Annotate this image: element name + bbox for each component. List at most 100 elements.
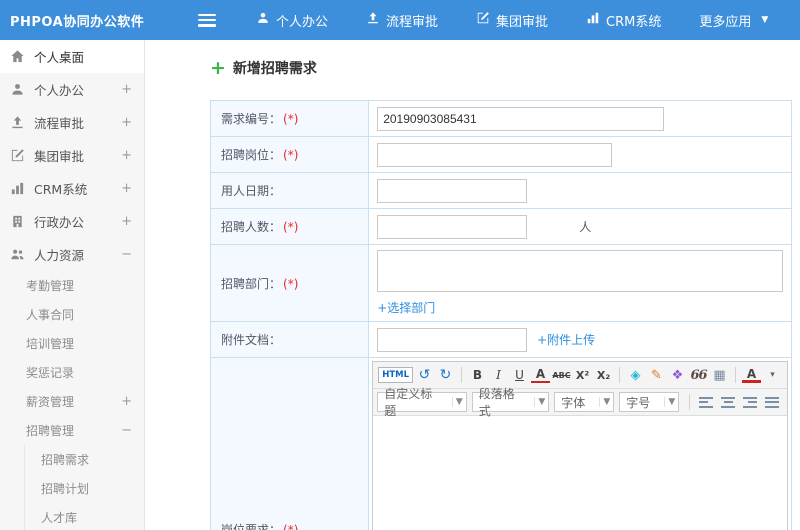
toolbar-separator xyxy=(689,394,691,410)
sidebar-item-personal-desktop[interactable]: 个人桌面 xyxy=(0,40,144,73)
upload-flow-icon xyxy=(10,115,25,130)
sidebar-item-recruit-plan[interactable]: 招聘计划 xyxy=(24,474,144,503)
attachment-upload-link[interactable]: +附件上传 xyxy=(537,333,595,347)
attachment-label: 附件文档： xyxy=(221,333,282,347)
editor-format-painter-button[interactable]: ✎ xyxy=(647,365,666,385)
nav-crm-system[interactable]: CRM系统 xyxy=(586,11,661,30)
chevron-down-icon: ▼ xyxy=(451,397,463,407)
editor-superscript-button[interactable]: X² xyxy=(573,365,592,385)
nav-label: 更多应用 xyxy=(699,14,752,30)
position-label: 招聘岗位： xyxy=(221,148,282,162)
sidebar-item-crm-system[interactable]: CRM系统 + xyxy=(0,172,144,205)
editor-font-size-select[interactable]: 字号 ▼ xyxy=(619,392,680,412)
hire-date-label: 用人日期： xyxy=(221,184,282,198)
position-input[interactable] xyxy=(377,142,613,167)
form-row-attachment: 附件文档： +附件上传 xyxy=(209,321,792,358)
topbar: PHPOA协同办公软件 个人办公 流程审批 集团审批 CRM系统 更多应用 ▼ xyxy=(0,0,800,40)
chevron-down-icon[interactable]: ▼ xyxy=(761,15,768,25)
nav-personal-office[interactable]: 个人办公 xyxy=(256,11,328,30)
sidebar-item-training-mgmt[interactable]: 培训管理 xyxy=(0,329,144,358)
person-icon xyxy=(10,82,25,97)
sidebar-item-recruit-demand[interactable]: 招聘需求 xyxy=(24,445,144,474)
nav-label: 个人办公 xyxy=(276,14,329,30)
editor-align-justify-button[interactable] xyxy=(765,396,779,408)
editor-font-style-button[interactable]: A xyxy=(742,368,761,383)
chevron-down-icon: ▼ xyxy=(664,397,675,407)
department-textarea[interactable] xyxy=(377,250,783,292)
sidebar-item-human-resources[interactable]: 人力资源 − xyxy=(0,238,144,271)
editor-underline-button[interactable]: U xyxy=(510,365,529,385)
editor-bold-button[interactable]: B xyxy=(468,365,487,385)
sidebar-item-admin-office[interactable]: 行政办公 + xyxy=(0,205,144,238)
demand-no-input[interactable] xyxy=(377,106,665,131)
page-title-text: 新增招聘需求 xyxy=(232,61,317,77)
editor-font-color-button[interactable]: A xyxy=(531,368,550,383)
sidebar-item-personal-office[interactable]: 个人办公 + xyxy=(0,73,144,106)
form-row-hire-date: 用人日期： xyxy=(209,172,792,209)
required-marker: (*) xyxy=(283,220,299,234)
nav-process-approval[interactable]: 流程审批 xyxy=(366,11,438,30)
editor-paragraph-format-select[interactable]: 段落格式 ▼ xyxy=(471,387,550,418)
editor-align-left-button[interactable] xyxy=(699,396,714,408)
editor-undo-button[interactable]: ↺ xyxy=(415,365,434,385)
form-row-position: 招聘岗位： (*) xyxy=(209,136,792,173)
chevron-down-icon: ▼ xyxy=(599,397,610,407)
editor-insert-table-button[interactable]: ▦ xyxy=(710,365,729,385)
required-marker: (*) xyxy=(283,148,299,162)
hire-date-input[interactable] xyxy=(377,178,528,203)
editor-subscript-button[interactable]: X₂ xyxy=(594,365,613,385)
building-icon xyxy=(10,214,25,229)
home-icon xyxy=(10,49,25,64)
headcount-label: 招聘人数： xyxy=(221,220,282,234)
sidebar-item-personnel-contract[interactable]: 人事合同 xyxy=(0,300,144,329)
editor-italic-button[interactable]: I xyxy=(489,365,508,385)
nav-group-approval[interactable]: 集团审批 xyxy=(476,11,548,30)
editor-redo-button[interactable]: ↻ xyxy=(436,365,455,385)
editor-highlight-color-button[interactable]: ❖ xyxy=(668,365,687,385)
nav-more-apps[interactable]: 更多应用 xyxy=(699,11,751,30)
sidebar-item-group-approval[interactable]: 集团审批 + xyxy=(0,139,144,172)
top-navigation: 个人办公 流程审批 集团审批 CRM系统 更多应用 ▼ xyxy=(256,11,768,30)
editor-strikethrough-button[interactable]: ABC xyxy=(552,365,571,385)
required-marker: (*) xyxy=(283,522,299,530)
attachment-input[interactable] xyxy=(377,327,528,352)
sidebar-item-attendance-mgmt[interactable]: 考勤管理 xyxy=(0,271,144,300)
headcount-unit: 人 xyxy=(579,219,592,234)
recruit-demand-form: 需求编号：(*) 招聘岗位：(*) 用人日期： xyxy=(209,100,792,530)
job-requirements-label: 岗位要求： xyxy=(221,522,282,530)
rich-text-editor: HTML ↺ ↻ B I U A ABC X² X₂ ◈ ✎ ❖ 66 ▦ A … xyxy=(372,361,788,530)
editor-align-center-button[interactable] xyxy=(721,396,736,408)
editor-blockquote-button[interactable]: 66 xyxy=(689,365,708,385)
editor-align-right-button[interactable] xyxy=(743,396,758,408)
person-icon xyxy=(256,11,270,29)
demand-no-label: 需求编号： xyxy=(221,112,282,126)
editor-toolbar-row2: 自定义标题 ▼ 段落格式 ▼ 字体 ▼ 字号 ▼ xyxy=(373,387,787,418)
editor-html-button[interactable]: HTML xyxy=(378,367,413,383)
form-row-headcount: 招聘人数： (*) 人 xyxy=(209,208,792,245)
people-icon xyxy=(10,247,25,262)
add-plus-icon: + xyxy=(210,56,226,79)
upload-flow-icon xyxy=(366,11,380,29)
form-row-job-requirements: 岗位要求： (*) HTML ↺ ↻ B I U A ABC X² X₂ ◈ ✎… xyxy=(209,357,792,530)
page-title: + 新增招聘需求 xyxy=(210,58,792,78)
app-logo: PHPOA协同办公软件 xyxy=(10,14,145,30)
sidebar-item-process-approval[interactable]: 流程审批 + xyxy=(0,106,144,139)
editor-heading-select[interactable]: 自定义标题 ▼ xyxy=(377,387,467,418)
bar-chart-icon xyxy=(586,11,600,29)
sidebar-item-salary-mgmt[interactable]: 薪资管理 + xyxy=(0,387,144,416)
edit-pencil-icon xyxy=(476,11,490,29)
sidebar-item-reward-records[interactable]: 奖惩记录 xyxy=(0,358,144,387)
select-department-link[interactable]: +选择部门 xyxy=(377,301,435,315)
editor-content-area[interactable] xyxy=(373,416,787,530)
editor-eraser-button[interactable]: ◈ xyxy=(626,365,645,385)
headcount-input[interactable] xyxy=(377,214,528,239)
nav-label: CRM系统 xyxy=(606,14,662,30)
form-row-demand-no: 需求编号： (*) xyxy=(209,100,792,137)
editor-more-dropdown-icon[interactable]: ▾ xyxy=(763,365,782,385)
toolbar-separator xyxy=(461,367,462,383)
nav-label: 集团审批 xyxy=(496,14,549,30)
menu-toggle-icon[interactable] xyxy=(198,13,216,27)
editor-font-family-select[interactable]: 字体 ▼ xyxy=(554,392,615,412)
sidebar-item-talent-pool[interactable]: 人才库 xyxy=(24,503,144,530)
sidebar-item-recruitment-mgmt[interactable]: 招聘管理 − xyxy=(0,416,144,445)
